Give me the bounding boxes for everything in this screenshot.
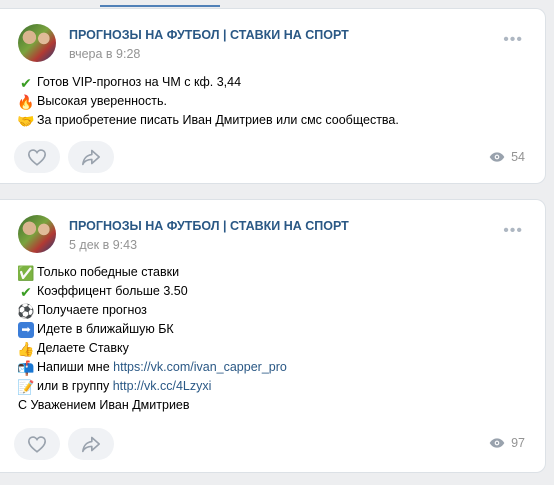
wall-post: ПРОГНОЗЫ НА ФУТБОЛ | СТАВКИ НА СПОРТ вче… <box>0 8 546 184</box>
post-date[interactable]: 5 дек в 9:43 <box>69 238 137 252</box>
share-arrow-icon <box>82 149 100 166</box>
post-line: ✔ Коэффицент больше 3.50 <box>18 282 287 301</box>
vk-group-link[interactable]: http://vk.cc/4Lzyxi <box>113 377 212 396</box>
post-line: ➡ Идете в ближайшую БК <box>18 320 287 339</box>
thumbs-up-icon: 👍 <box>17 340 35 357</box>
view-count-value: 54 <box>511 150 525 164</box>
post-line-text: Готов VIP-прогноз на ЧМ с кф. 3,44 <box>37 75 242 89</box>
view-count: 54 <box>489 150 525 164</box>
top-tab-strip <box>0 0 554 8</box>
right-arrow-icon: ➡ <box>18 321 34 338</box>
post-text: ✔ Готов VIP-прогноз на ЧМ с кф. 3,44 🔥 В… <box>17 73 399 130</box>
post-line-text: Напиши мне <box>37 360 114 374</box>
like-button[interactable] <box>14 141 60 173</box>
active-tab-indicator <box>100 5 220 7</box>
post-line: 👍 Делаете Ставку <box>17 339 287 358</box>
post-line-text: За приобретение писать Иван Дмитриев или… <box>37 113 399 127</box>
mailbox-icon: 📬 <box>17 359 35 376</box>
post-line-text: Получаете прогноз <box>37 303 147 317</box>
post-line: С Уважением Иван Дмитриев <box>18 396 287 415</box>
post-line-text: Только победные ставки <box>37 265 180 279</box>
post-line-text: или в группу <box>37 379 113 393</box>
fire-icon: 🔥 <box>17 93 35 110</box>
post-actions <box>14 141 114 173</box>
post-text: ✅ Только победные ставки ✔ Коэффицент бо… <box>17 263 287 415</box>
post-author[interactable]: ПРОГНОЗЫ НА ФУТБОЛ | СТАВКИ НА СПОРТ <box>69 28 349 42</box>
more-options-icon[interactable]: ••• <box>503 223 523 239</box>
view-count-value: 97 <box>511 436 525 450</box>
memo-icon: 📝 <box>17 378 35 395</box>
post-line: ✔ Готов VIP-прогноз на ЧМ с кф. 3,44 <box>18 73 399 92</box>
post-author[interactable]: ПРОГНОЗЫ НА ФУТБОЛ | СТАВКИ НА СПОРТ <box>69 219 349 233</box>
wall-post: ПРОГНОЗЫ НА ФУТБОЛ | СТАВКИ НА СПОРТ 5 д… <box>0 199 546 473</box>
share-arrow-icon <box>82 436 100 453</box>
post-line: 📝 или в группу http://vk.cc/4Lzyxi <box>17 377 287 396</box>
post-line-text: Коэффицент больше 3.50 <box>37 284 188 298</box>
post-line: 📬 Напиши мне https://vk.com/ivan_capper_… <box>17 358 287 377</box>
community-avatar[interactable] <box>18 24 56 62</box>
more-options-icon[interactable]: ••• <box>503 32 523 48</box>
check-mark-icon: ✔ <box>20 283 32 300</box>
community-avatar[interactable] <box>18 215 56 253</box>
soccer-ball-icon: ⚽ <box>17 302 35 319</box>
post-line: ✅ Только победные ставки <box>17 263 287 282</box>
heart-icon <box>27 149 47 166</box>
post-line: 🤝 За приобретение писать Иван Дмитриев и… <box>17 111 399 130</box>
heart-icon <box>27 436 47 453</box>
eye-icon <box>489 438 505 448</box>
handshake-icon: 🤝 <box>17 112 35 129</box>
post-signature: С Уважением Иван Дмитриев <box>18 398 190 412</box>
post-line: 🔥 Высокая уверенность. <box>17 92 399 111</box>
eye-icon <box>489 152 505 162</box>
post-line-text: Идете в ближайшую БК <box>37 322 174 336</box>
like-button[interactable] <box>14 428 60 460</box>
post-line: ⚽ Получаете прогноз <box>17 301 287 320</box>
view-count: 97 <box>489 436 525 450</box>
post-line-text: Делаете Ставку <box>37 341 129 355</box>
check-mark-icon: ✔ <box>20 74 32 91</box>
share-button[interactable] <box>68 141 114 173</box>
post-actions <box>14 428 114 460</box>
post-date[interactable]: вчера в 9:28 <box>69 47 140 61</box>
check-box-icon: ✅ <box>17 264 35 281</box>
post-line-text: Высокая уверенность. <box>37 94 167 108</box>
vk-profile-link[interactable]: https://vk.com/ivan_capper_pro <box>113 358 287 377</box>
share-button[interactable] <box>68 428 114 460</box>
